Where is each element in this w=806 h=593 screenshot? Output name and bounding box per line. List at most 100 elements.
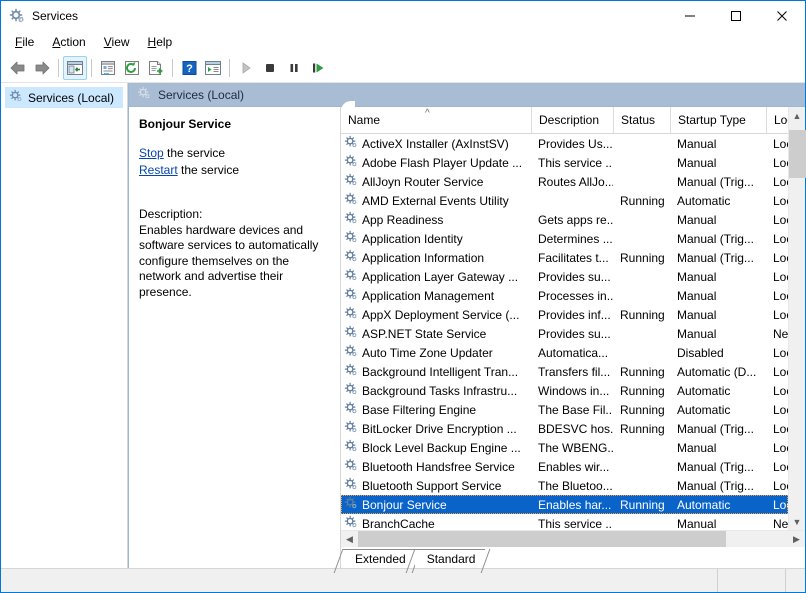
service-startup-type-label: Manual xyxy=(677,326,717,341)
vertical-scroll-thumb[interactable] xyxy=(789,130,806,178)
column-header-startup-type-label: Startup Type xyxy=(678,113,746,127)
table-row[interactable]: Block Level Backup Engine ... The WBENG..… xyxy=(341,438,788,457)
status-bar-main xyxy=(1,569,717,592)
services-gear-icon xyxy=(9,8,25,24)
service-startup-type-label: Manual (Trig... xyxy=(677,478,754,493)
column-header-log-on-as[interactable]: Log xyxy=(766,107,788,133)
horizontal-scroll-thumb[interactable] xyxy=(358,531,726,547)
table-row[interactable]: AMD External Events Utility Running Automa… xyxy=(341,191,788,210)
show-hide-tree-icon[interactable] xyxy=(63,56,87,80)
chevron-left-icon[interactable]: ◀ xyxy=(341,531,358,547)
service-startup-type-label: Manual xyxy=(677,307,717,322)
horizontal-scroll-track[interactable] xyxy=(358,531,788,547)
table-row[interactable]: Background Intelligent Tran... Transfers … xyxy=(341,362,788,381)
table-row[interactable]: ActiveX Installer (AxInstSV) Provides Us.… xyxy=(341,134,788,153)
list-inner: Name ^ Description Status Startup Type L… xyxy=(341,107,788,530)
table-row[interactable]: App Readiness Gets apps re... Manual Loc xyxy=(341,210,788,229)
restart-service-icon[interactable] xyxy=(306,56,330,80)
menu-file[interactable]: File xyxy=(6,32,43,53)
table-row[interactable]: Application Layer Gateway ... Provides su… xyxy=(341,267,788,286)
column-header-status[interactable]: Status xyxy=(613,107,670,133)
table-row[interactable]: BitLocker Drive Encryption ... BDESVC hos… xyxy=(341,419,788,438)
service-name-label: Bonjour Service xyxy=(362,497,447,512)
service-startup-type-label: Disabled xyxy=(677,345,724,360)
service-log-on-as-label: Loc xyxy=(773,383,788,398)
services-listview: Name ^ Description Status Startup Type L… xyxy=(341,107,806,568)
pause-service-icon[interactable] xyxy=(282,56,306,80)
vertical-scroll-track[interactable] xyxy=(789,124,806,513)
stop-service-icon[interactable] xyxy=(258,56,282,80)
table-row[interactable]: Adobe Flash Player Update ... This servic… xyxy=(341,153,788,172)
column-header-name[interactable]: Name ^ xyxy=(341,107,531,133)
tab-standard[interactable]: Standard xyxy=(414,549,486,568)
table-row[interactable]: AppX Deployment Service (... Provides inf… xyxy=(341,305,788,324)
show-action-pane-icon[interactable] xyxy=(201,56,225,80)
refresh-icon[interactable] xyxy=(120,56,144,80)
status-bar-mid xyxy=(717,569,785,592)
maximize-button[interactable] xyxy=(713,1,759,31)
tab-extended[interactable]: Extended xyxy=(343,549,416,568)
services-window: Services File Action View Help ? Service… xyxy=(0,0,806,593)
table-row[interactable]: Base Filtering Engine The Base Fil... Runn… xyxy=(341,400,788,419)
table-row[interactable]: Application Information Facilitates t... R… xyxy=(341,248,788,267)
service-description-label: Provides Us... xyxy=(538,136,613,151)
vertical-scrollbar[interactable]: ▲ ▼ xyxy=(788,107,806,530)
status-bar-end xyxy=(785,569,805,592)
service-startup-type-label: Manual xyxy=(677,440,717,455)
service-name-label: ActiveX Installer (AxInstSV) xyxy=(362,136,509,151)
service-gear-icon xyxy=(344,135,358,152)
forward-icon[interactable] xyxy=(30,56,54,80)
service-status-label: Running xyxy=(620,307,665,322)
close-button[interactable] xyxy=(759,1,805,31)
service-name-label: BranchCache xyxy=(362,516,435,531)
service-description-label: Transfers fil... xyxy=(538,364,611,379)
start-service-icon[interactable] xyxy=(234,56,258,80)
service-description-label: Enables wir... xyxy=(538,459,610,474)
properties-icon[interactable] xyxy=(96,56,120,80)
table-row[interactable]: AllJoyn Router Service Routes AllJo... Man… xyxy=(341,172,788,191)
column-header-row: Name ^ Description Status Startup Type L… xyxy=(341,107,788,134)
service-log-on-as-label: Loc xyxy=(773,364,788,379)
service-description-label: Determines ... xyxy=(538,231,613,246)
service-startup-type-label: Manual xyxy=(677,155,717,170)
service-description-label: Routes AllJo... xyxy=(538,174,613,189)
menu-action[interactable]: Action xyxy=(43,32,94,53)
service-description-label: Automatica... xyxy=(538,345,609,360)
export-list-icon[interactable] xyxy=(144,56,168,80)
table-row[interactable]: BranchCache This service ... Manual Net xyxy=(341,514,788,530)
minimize-button[interactable] xyxy=(667,1,713,31)
table-row[interactable]: Bluetooth Handsfree Service Enables wir..… xyxy=(341,457,788,476)
help-icon[interactable]: ? xyxy=(177,56,201,80)
tree-item-services-local[interactable]: Services (Local) xyxy=(5,87,123,108)
horizontal-scrollbar[interactable]: ◀ ▶ xyxy=(341,530,805,547)
table-row[interactable]: Bluetooth Support Service The Bluetoo... M… xyxy=(341,476,788,495)
restart-service-link[interactable]: Restart xyxy=(139,163,178,177)
column-header-status-label: Status xyxy=(621,113,656,127)
service-log-on-as-label: Loc xyxy=(773,136,788,151)
service-gear-icon xyxy=(344,268,358,285)
column-header-description[interactable]: Description xyxy=(531,107,613,133)
menu-view[interactable]: View xyxy=(95,32,139,53)
table-row[interactable]: Background Tasks Infrastru... Windows in.… xyxy=(341,381,788,400)
column-header-startup-type[interactable]: Startup Type xyxy=(670,107,766,133)
toolbar-separator xyxy=(172,59,173,77)
table-row[interactable]: Application Management Processes in... Man… xyxy=(341,286,788,305)
table-row[interactable]: Bonjour Service Enables har... Running Auto… xyxy=(341,495,788,514)
table-row[interactable]: ASP.NET State Service Provides su... Manua… xyxy=(341,324,788,343)
table-row[interactable]: Auto Time Zone Updater Automatica... Disab… xyxy=(341,343,788,362)
service-gear-icon xyxy=(344,211,358,228)
toolbar-separator xyxy=(91,59,92,77)
service-name-label: Background Tasks Infrastru... xyxy=(362,383,518,398)
toolbar-separator xyxy=(58,59,59,77)
chevron-up-icon[interactable]: ▲ xyxy=(789,107,805,124)
table-row[interactable]: Application Identity Determines ... Manual… xyxy=(341,229,788,248)
chevron-right-icon[interactable]: ▶ xyxy=(788,531,805,547)
chevron-down-icon[interactable]: ▼ xyxy=(789,513,805,530)
service-gear-icon xyxy=(344,496,358,513)
service-startup-type-label: Manual xyxy=(677,212,717,227)
service-gear-icon xyxy=(344,287,358,304)
menu-help[interactable]: Help xyxy=(139,32,182,53)
back-icon[interactable] xyxy=(6,56,30,80)
stop-service-link[interactable]: Stop xyxy=(139,146,164,160)
sort-ascending-icon: ^ xyxy=(425,108,430,119)
